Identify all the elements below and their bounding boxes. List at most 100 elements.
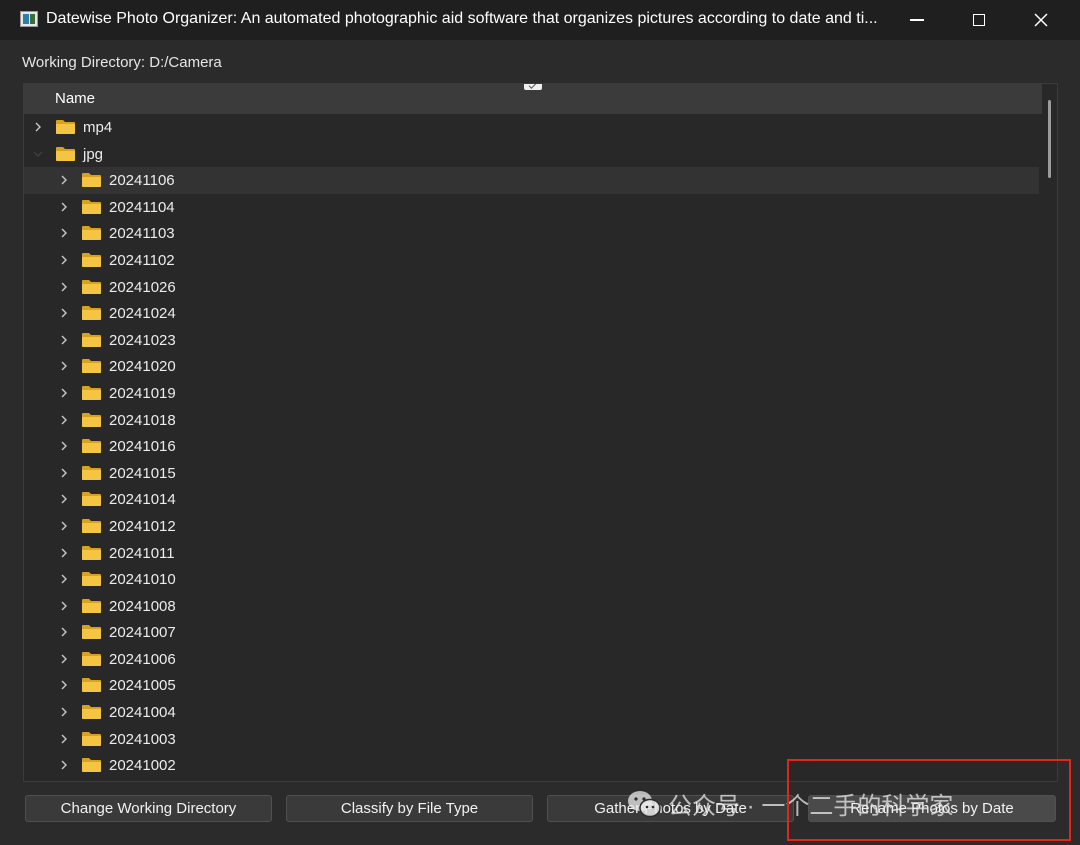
folder-icon (82, 598, 101, 613)
minimize-button[interactable] (886, 0, 948, 40)
chevron-right-icon[interactable] (58, 281, 70, 293)
tree-row-label: 20241104 (109, 198, 175, 216)
file-tree-view[interactable]: Name mp4 jpg 20241106 20241104 20241103 20241… (23, 83, 1058, 782)
chevron-right-icon[interactable] (58, 414, 70, 426)
chevron-right-icon[interactable] (58, 600, 70, 612)
tree-row[interactable]: 20241014 (24, 486, 1042, 513)
tree-row[interactable]: 20241002 (24, 752, 1042, 779)
folder-icon (82, 651, 101, 666)
change-working-directory-button[interactable]: Change Working Directory (25, 795, 272, 822)
working-directory-label: Working Directory: D:/Camera (22, 54, 222, 71)
tree-row[interactable]: jpg (24, 141, 1042, 168)
tree-row-label: 20241006 (109, 650, 176, 668)
tree-row-label: 20241102 (109, 251, 175, 269)
minimize-icon (910, 19, 924, 21)
app-icon (20, 11, 38, 27)
chevron-right-icon[interactable] (58, 679, 70, 691)
chevron-right-icon[interactable] (58, 759, 70, 771)
tree-row[interactable]: 20241026 (24, 274, 1042, 301)
tree-row-label: jpg (83, 145, 104, 163)
chevron-right-icon[interactable] (58, 440, 70, 452)
tree-row[interactable]: 20241019 (24, 380, 1042, 407)
folder-icon (82, 492, 101, 507)
tree-row[interactable]: mp4 (24, 114, 1042, 141)
tree-row-label: 20241012 (109, 517, 176, 535)
chevron-right-icon[interactable] (58, 573, 70, 585)
chevron-right-icon[interactable] (58, 307, 70, 319)
chevron-right-icon[interactable] (58, 520, 70, 532)
folder-icon (82, 173, 101, 188)
folder-icon (82, 465, 101, 480)
maximize-icon (973, 14, 985, 26)
tree-row[interactable]: 20241008 (24, 593, 1042, 620)
tree-row[interactable]: 20241106 (24, 167, 1039, 194)
chevron-right-icon[interactable] (58, 733, 70, 745)
chevron-down-icon[interactable] (32, 148, 44, 160)
tree-row[interactable]: 20241010 (24, 566, 1042, 593)
chevron-right-icon[interactable] (58, 360, 70, 372)
folder-icon (82, 678, 101, 693)
folder-icon (82, 731, 101, 746)
chevron-right-icon[interactable] (32, 121, 44, 133)
folder-icon (82, 306, 101, 321)
rename-photos-by-date-button[interactable]: Rename Photos by Date (808, 795, 1056, 822)
tree-row[interactable]: 20241015 (24, 460, 1042, 487)
tree-row-label: 20241023 (109, 331, 176, 349)
folder-icon (82, 412, 101, 427)
chevron-right-icon[interactable] (58, 706, 70, 718)
chevron-right-icon[interactable] (58, 254, 70, 266)
tree-row[interactable]: 20241102 (24, 247, 1042, 274)
folder-icon (82, 279, 101, 294)
tree-row-label: 20241024 (109, 305, 176, 323)
tree-row-label: 20241014 (109, 491, 176, 509)
tree-row[interactable]: 20241023 (24, 327, 1042, 354)
gather-photos-by-date-button[interactable]: Gather Photos by Date (547, 795, 794, 822)
chevron-right-icon[interactable] (58, 201, 70, 213)
name-column-header[interactable]: Name (55, 90, 95, 107)
tree-row[interactable]: 20241012 (24, 513, 1042, 540)
tree-row-label: 20241015 (109, 464, 176, 482)
tree-row[interactable]: 20241024 (24, 300, 1042, 327)
tree-row[interactable]: 20241020 (24, 353, 1042, 380)
tree-row[interactable]: 20241011 (24, 540, 1042, 567)
folder-icon (82, 199, 101, 214)
tree-row[interactable]: 20241016 (24, 433, 1042, 460)
tree-row-label: 20241004 (109, 704, 176, 722)
chevron-right-icon[interactable] (58, 467, 70, 479)
tree-row-label: 20241016 (109, 438, 176, 456)
tree-row[interactable]: 20241004 (24, 699, 1042, 726)
tree-row[interactable]: 20241103 (24, 220, 1042, 247)
tree-row-label: 20241002 (109, 757, 176, 775)
tree-row-label: 20241018 (109, 411, 176, 429)
tree-row-label: 20241011 (109, 544, 175, 562)
tree-row-label: 20241103 (109, 225, 175, 243)
tree-row-label: 20241020 (109, 358, 176, 376)
vertical-scrollbar[interactable] (1043, 84, 1057, 781)
folder-icon (82, 252, 101, 267)
chevron-right-icon[interactable] (58, 334, 70, 346)
tree-row[interactable]: 20241104 (24, 194, 1042, 221)
title-bar: Datewise Photo Organizer: An automated p… (0, 0, 1080, 40)
tree-header[interactable]: Name (24, 84, 1042, 114)
window-title: Datewise Photo Organizer: An automated p… (46, 10, 878, 27)
scrollbar-thumb[interactable] (1048, 100, 1051, 178)
tree-row[interactable]: 20241003 (24, 726, 1042, 753)
chevron-right-icon[interactable] (58, 174, 70, 186)
tree-row[interactable]: 20241007 (24, 619, 1042, 646)
chevron-right-icon[interactable] (58, 493, 70, 505)
tree-row-label: 20241106 (109, 172, 175, 190)
tree-row[interactable]: 20241005 (24, 672, 1042, 699)
tree-row-label: 20241026 (109, 278, 176, 296)
folder-icon (82, 625, 101, 640)
close-button[interactable] (1010, 0, 1072, 40)
classify-by-file-type-button[interactable]: Classify by File Type (286, 795, 533, 822)
tree-row[interactable]: 20241006 (24, 646, 1042, 673)
chevron-right-icon[interactable] (58, 547, 70, 559)
folder-icon (82, 758, 101, 773)
maximize-button[interactable] (948, 0, 1010, 40)
chevron-right-icon[interactable] (58, 653, 70, 665)
chevron-right-icon[interactable] (58, 626, 70, 638)
chevron-right-icon[interactable] (58, 227, 70, 239)
chevron-right-icon[interactable] (58, 387, 70, 399)
tree-row[interactable]: 20241018 (24, 407, 1042, 434)
